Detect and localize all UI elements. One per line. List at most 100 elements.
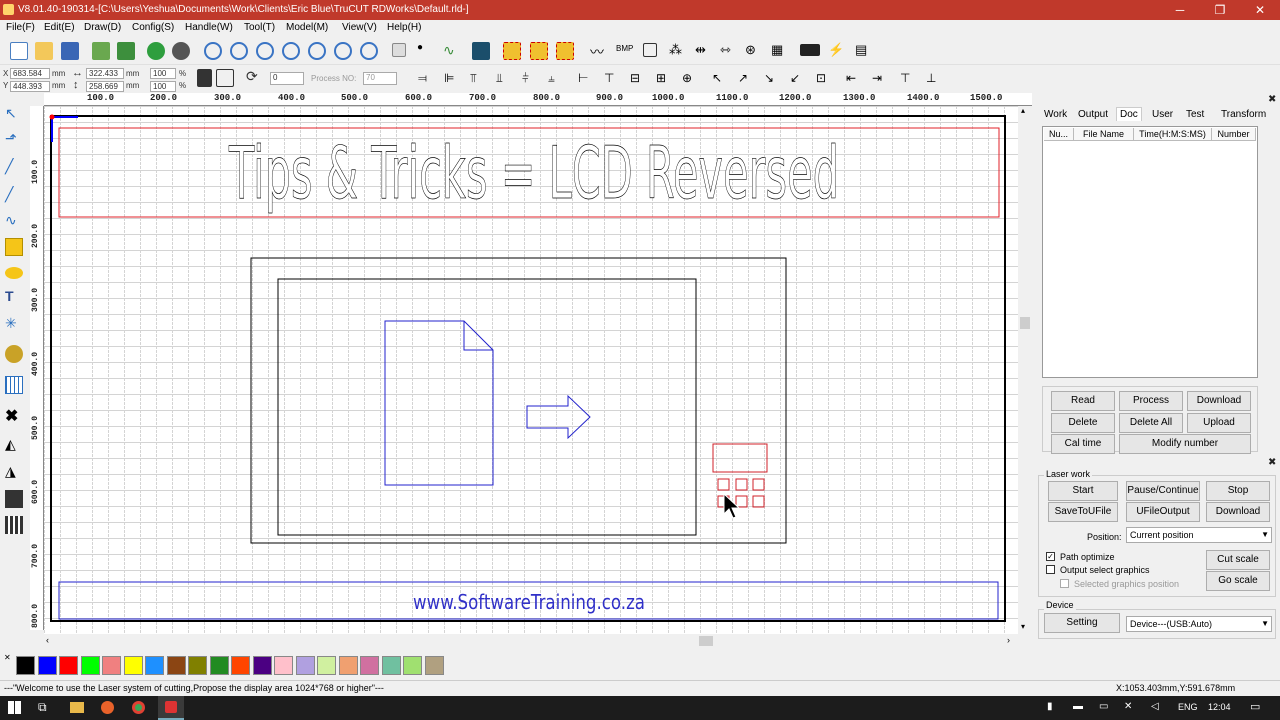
- color-swatch[interactable]: [317, 656, 336, 675]
- line-icon[interactable]: ╱: [5, 158, 23, 176]
- zoom-icon[interactable]: [204, 42, 222, 60]
- read-button[interactable]: Read: [1051, 391, 1115, 411]
- mute-icon[interactable]: ✕: [1124, 701, 1132, 712]
- color-swatch[interactable]: [295, 656, 315, 675]
- node-edit-icon[interactable]: ⬏: [5, 130, 23, 148]
- process-button[interactable]: Process: [1119, 391, 1183, 411]
- import-icon[interactable]: [92, 42, 110, 60]
- windows-start-icon[interactable]: [8, 701, 21, 714]
- color-swatch[interactable]: [102, 656, 121, 675]
- same-height-icon[interactable]: ⊤: [604, 71, 622, 89]
- menu-model[interactable]: Model(M): [286, 22, 328, 33]
- menu-help[interactable]: Help(H): [387, 22, 421, 33]
- drawing-canvas[interactable]: Tips & Tricks = LCD Reversed www.Softwar…: [44, 106, 1018, 634]
- color-swatch[interactable]: [145, 656, 164, 675]
- width-input[interactable]: 322.433: [86, 68, 124, 79]
- tab-output[interactable]: Output: [1078, 109, 1108, 120]
- polyline-icon[interactable]: ╱: [5, 186, 23, 204]
- menu-file[interactable]: File(F): [6, 22, 35, 33]
- ufile-output-button[interactable]: UFileOutput: [1126, 502, 1200, 522]
- monitor-icon[interactable]: [472, 42, 490, 60]
- array-icon[interactable]: ⁂: [669, 42, 687, 60]
- file-explorer-icon[interactable]: [70, 702, 84, 713]
- fill-tool-icon[interactable]: [5, 490, 23, 508]
- col-count[interactable]: Number: [1212, 128, 1256, 141]
- camera-icon[interactable]: [800, 44, 820, 56]
- dot-tool-icon[interactable]: ✳: [5, 315, 23, 333]
- zoom-in-icon[interactable]: [230, 42, 248, 60]
- align-left-icon[interactable]: ⫤: [418, 71, 436, 89]
- menu-handle[interactable]: Handle(W): [185, 22, 233, 33]
- path-optimize-checkbox[interactable]: ✓: [1046, 552, 1055, 561]
- text-tool-icon[interactable]: T: [5, 288, 23, 306]
- clock[interactable]: 12:04: [1208, 702, 1231, 712]
- color-swatch[interactable]: [209, 656, 229, 675]
- stop-button[interactable]: Stop: [1206, 481, 1270, 501]
- close-button[interactable]: ✕: [1240, 0, 1280, 20]
- color-swatch[interactable]: [59, 656, 78, 675]
- doc-download-button[interactable]: Download: [1187, 391, 1251, 411]
- tab-transform[interactable]: Transform: [1221, 109, 1266, 120]
- chrome-icon[interactable]: [132, 701, 145, 714]
- start-button[interactable]: Start: [1048, 481, 1118, 501]
- select-group-icon[interactable]: [503, 42, 521, 60]
- tab-user[interactable]: User: [1152, 109, 1173, 120]
- mirror-h-icon[interactable]: ◭: [5, 436, 23, 454]
- bitmap-icon[interactable]: BMP: [616, 44, 634, 62]
- frame-icon[interactable]: [392, 43, 406, 57]
- volume-icon[interactable]: ◁: [1151, 701, 1159, 712]
- delete-all-button[interactable]: Delete All: [1119, 413, 1183, 433]
- align-top-icon[interactable]: ⫪: [470, 71, 488, 89]
- distribute-icon[interactable]: ⇿: [720, 42, 738, 60]
- export-icon[interactable]: [117, 42, 135, 60]
- color-swatch[interactable]: [381, 656, 401, 675]
- firefox-icon[interactable]: [101, 701, 114, 714]
- scroll-left-icon[interactable]: ‹: [46, 635, 49, 645]
- curve-icon[interactable]: ∿: [443, 42, 461, 60]
- rect-tool-icon[interactable]: [5, 238, 23, 256]
- center-icon[interactable]: ⊕: [682, 71, 700, 89]
- palette-close-icon[interactable]: ✕: [4, 653, 11, 662]
- grid-tool-icon[interactable]: [5, 376, 23, 394]
- move-right-icon[interactable]: ⇥: [872, 71, 890, 89]
- tab-work[interactable]: Work: [1044, 109, 1067, 120]
- mirror-icon[interactable]: [216, 69, 234, 87]
- col-time[interactable]: Time(H:M:S:MS): [1134, 128, 1212, 141]
- laser-panel-close-icon[interactable]: ✖: [1268, 457, 1276, 468]
- color-swatch[interactable]: [80, 656, 100, 675]
- usb-icon[interactable]: ▮: [1047, 701, 1053, 712]
- col-number[interactable]: Nu...: [1044, 128, 1074, 141]
- lock-icon[interactable]: [197, 69, 212, 87]
- color-swatch[interactable]: [231, 656, 250, 675]
- vertical-scrollbar[interactable]: ▴ ▾: [1018, 106, 1032, 634]
- color-swatch[interactable]: [274, 656, 293, 675]
- laser-download-button[interactable]: Download: [1206, 502, 1270, 522]
- undo-icon[interactable]: [147, 42, 165, 60]
- color-swatch[interactable]: [403, 656, 422, 675]
- zoom-fit-icon[interactable]: [360, 42, 378, 60]
- rdworks-task-icon[interactable]: [158, 696, 184, 720]
- menu-edit[interactable]: Edit(E): [44, 22, 75, 33]
- device-select[interactable]: Device---(USB:Auto) ▼: [1126, 616, 1272, 632]
- menu-view[interactable]: View(V): [342, 22, 377, 33]
- process-input[interactable]: 70: [363, 72, 397, 85]
- align-vcenter-icon[interactable]: ⫨: [548, 71, 566, 89]
- drive-icon[interactable]: ▬: [1073, 701, 1083, 712]
- tools-icon[interactable]: [5, 345, 23, 363]
- cut-scale-button[interactable]: Cut scale: [1206, 550, 1270, 570]
- save-icon[interactable]: [61, 42, 79, 60]
- equal-space-h-icon[interactable]: ⊟: [630, 71, 648, 89]
- menu-draw[interactable]: Draw(D): [84, 22, 121, 33]
- align-right-icon[interactable]: ⊫: [444, 71, 462, 89]
- scale-x-input[interactable]: 100: [150, 68, 176, 79]
- pause-continue-button[interactable]: Pause/Continue: [1126, 481, 1200, 501]
- color-swatch[interactable]: [37, 656, 57, 675]
- save-to-ufile-button[interactable]: SaveToUFile: [1048, 502, 1118, 522]
- zoom-all-icon[interactable]: [334, 42, 352, 60]
- curve-tool-icon[interactable]: ∿: [5, 212, 23, 230]
- menu-config[interactable]: Config(S): [132, 22, 174, 33]
- rectangle-icon[interactable]: [643, 43, 657, 57]
- redo-icon[interactable]: [172, 42, 190, 60]
- layer-icon[interactable]: ▦: [771, 42, 789, 60]
- equal-space-v-icon[interactable]: ⊞: [656, 71, 674, 89]
